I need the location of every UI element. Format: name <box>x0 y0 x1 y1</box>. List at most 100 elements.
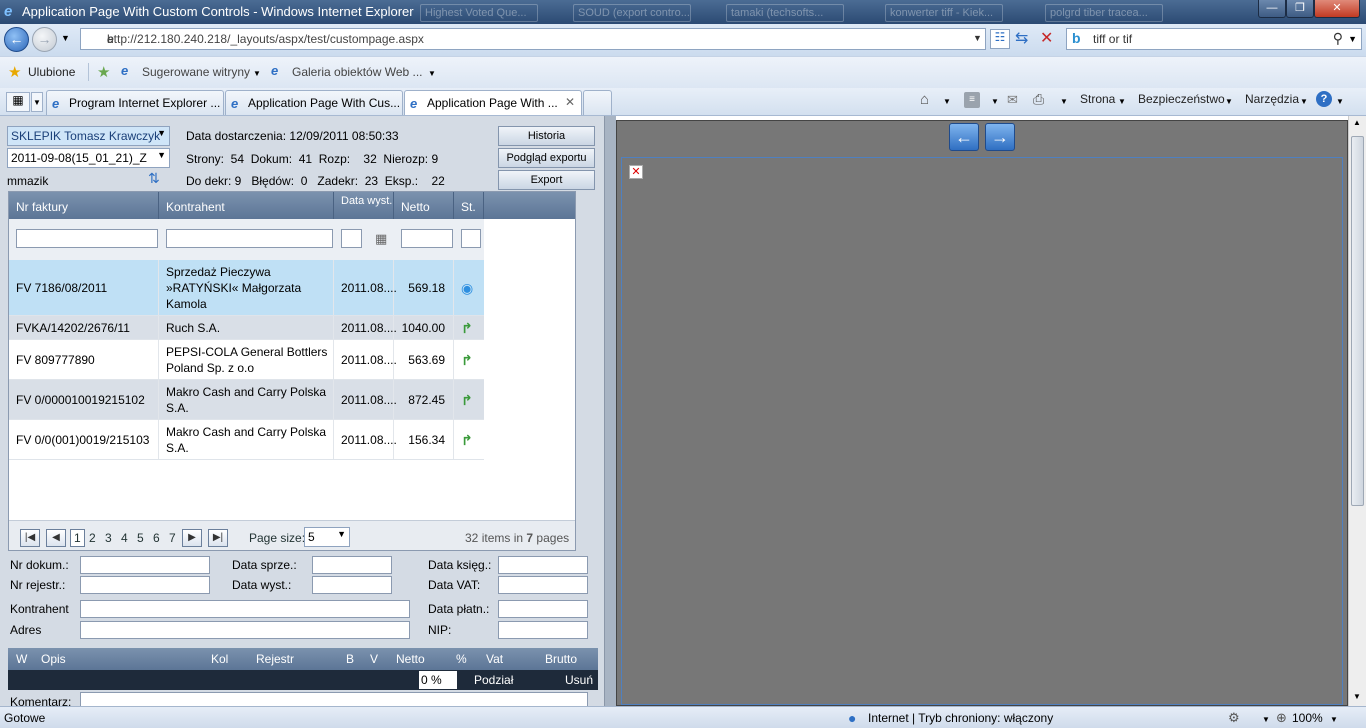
stop-icon[interactable]: ✕ <box>1040 28 1053 48</box>
column-header-w[interactable]: W <box>16 652 27 666</box>
column-header-status[interactable]: St. <box>454 192 484 219</box>
add-favorites-icon[interactable]: ★ <box>97 63 110 81</box>
chevron-down-icon[interactable]: ▼ <box>1262 715 1270 724</box>
percent-field[interactable]: 0 % <box>419 671 457 689</box>
history-dropdown-icon[interactable]: ▼ <box>61 33 70 43</box>
chevron-down-icon[interactable]: ▼ <box>1336 97 1344 106</box>
minimize-button[interactable]: — <box>1258 0 1286 18</box>
filter-nr-faktury-input[interactable] <box>16 229 158 248</box>
zoom-level[interactable]: 100% <box>1292 711 1323 725</box>
quick-tabs-icon[interactable]: ▦ <box>6 92 30 112</box>
selected-radio-icon[interactable]: ◉ <box>461 280 473 296</box>
chevron-down-icon[interactable]: ▼ <box>991 97 999 106</box>
filter-netto-input[interactable] <box>401 229 453 248</box>
close-window-button[interactable]: ✕ <box>1314 0 1360 18</box>
column-header-kol[interactable]: Kol <box>211 652 228 666</box>
nip-field[interactable] <box>498 621 588 639</box>
data-wyst-field[interactable] <box>312 576 392 594</box>
column-header-b[interactable]: B <box>346 652 354 666</box>
column-header-vat[interactable]: Vat <box>486 652 503 666</box>
back-button[interactable]: ← <box>4 27 29 52</box>
tools-menu[interactable]: Narzędzia <box>1245 92 1299 106</box>
column-header-opis[interactable]: Opis <box>41 652 66 666</box>
next-page-arrow-icon[interactable]: → <box>985 123 1015 151</box>
page-link[interactable]: 2 <box>89 531 96 545</box>
safety-menu[interactable]: Bezpieczeństwo <box>1138 92 1225 106</box>
table-row[interactable]: FV 7186/08/2011 Sprzedaż Pieczywa »RATYŃ… <box>9 260 484 316</box>
first-page-button[interactable]: |◀ <box>20 529 40 547</box>
table-row[interactable]: FV 809777890 PEPSI-COLA General Bottlers… <box>9 340 484 380</box>
feeds-icon[interactable]: ≡ <box>964 92 980 108</box>
column-header-v[interactable]: V <box>370 652 378 666</box>
export-button[interactable]: Export <box>498 170 595 190</box>
nr-rejestr-field[interactable] <box>80 576 210 594</box>
table-row[interactable]: FVKA/14202/2676/11 Ruch S.A. 2011.08....… <box>9 316 484 340</box>
favorites-button[interactable]: Ulubione <box>28 65 75 79</box>
search-box[interactable]: b tiff or tif ⚲ ▼ <box>1066 28 1362 50</box>
chevron-down-icon[interactable]: ▼ <box>1330 715 1338 724</box>
batch-select[interactable]: 2011-09-08(15_01_21)_Z ▼ <box>7 148 170 168</box>
address-dropdown-icon[interactable]: ▼ <box>973 33 982 43</box>
page-link-current[interactable]: 1 <box>70 529 85 547</box>
column-header-data-wyst[interactable]: Data wyst. <box>334 192 394 219</box>
kontrahent-field[interactable] <box>80 600 410 618</box>
security-zone-text[interactable]: Internet | Tryb chroniony: włączony <box>868 711 1053 725</box>
column-header-nr-faktury[interactable]: Nr faktury <box>9 192 159 219</box>
column-header-kontrahent[interactable]: Kontrahent <box>159 192 334 219</box>
refresh-icon[interactable]: ⇅ <box>148 170 160 187</box>
vertical-scrollbar[interactable]: ▲ ▼ <box>1348 116 1366 706</box>
scrollbar-thumb[interactable] <box>1351 136 1364 506</box>
home-icon[interactable]: ⌂ <box>920 91 929 108</box>
page-link[interactable]: 4 <box>121 531 128 545</box>
column-header-netto[interactable]: Netto <box>394 192 454 219</box>
page-link[interactable]: 6 <box>153 531 160 545</box>
web-slice-gallery-link[interactable]: Galeria obiektów Web ... <box>292 65 423 79</box>
adres-field[interactable] <box>80 621 410 639</box>
page-link[interactable]: 3 <box>105 531 112 545</box>
mail-icon[interactable]: ✉ <box>1007 92 1018 108</box>
maximize-button[interactable]: ❐ <box>1286 0 1314 18</box>
previous-page-button[interactable]: ◀ <box>46 529 66 547</box>
tab-list-icon[interactable]: ▼ <box>31 92 43 112</box>
scroll-up-icon[interactable]: ▲ <box>1353 118 1361 127</box>
search-icon[interactable]: ⚲ <box>1333 30 1343 47</box>
scroll-down-icon[interactable]: ▼ <box>1353 692 1361 701</box>
tab-program-ie[interactable]: e Program Internet Explorer ... <box>46 90 224 115</box>
tab-application-page-active[interactable]: e Application Page With ... ✕ <box>404 90 582 115</box>
chevron-down-icon[interactable]: ▼ <box>428 69 436 78</box>
new-tab-button[interactable] <box>583 90 612 115</box>
previous-page-arrow-icon[interactable]: ← <box>949 123 979 151</box>
filter-kontrahent-input[interactable] <box>166 229 333 248</box>
address-field[interactable]: e http://212.180.240.218/_layouts/aspx/t… <box>80 28 986 50</box>
calendar-icon[interactable]: ▦ <box>375 231 387 247</box>
compatibility-view-icon[interactable]: ☷ <box>990 29 1010 49</box>
supplier-select[interactable]: SKLEPIK Tomasz Krawczyk ▼ <box>7 126 170 146</box>
filter-date-input[interactable] <box>341 229 362 248</box>
print-icon[interactable]: ⎙ <box>1033 91 1044 108</box>
panel-splitter[interactable] <box>604 116 616 706</box>
komentarz-field[interactable] <box>80 692 588 706</box>
page-menu[interactable]: Strona <box>1080 92 1115 106</box>
data-platn-field[interactable] <box>498 600 588 618</box>
refresh-icon[interactable]: ⇆ <box>1015 28 1028 48</box>
security-settings-icon[interactable]: ⚙ <box>1228 710 1240 726</box>
zoom-icon[interactable]: ⊕ <box>1276 710 1287 726</box>
delete-button[interactable]: Usuń <box>565 673 593 687</box>
page-link[interactable]: 5 <box>137 531 144 545</box>
filter-status-input[interactable] <box>461 229 481 248</box>
table-row[interactable]: FV 0/000010019215102 Makro Cash and Carr… <box>9 380 484 420</box>
column-header-netto[interactable]: Netto <box>396 652 425 666</box>
data-vat-field[interactable] <box>498 576 588 594</box>
help-icon[interactable]: ? <box>1316 91 1332 107</box>
split-button[interactable]: Podział <box>474 673 513 687</box>
chevron-down-icon[interactable]: ▼ <box>253 69 261 78</box>
tab-application-page-1[interactable]: e Application Page With Cus... <box>225 90 403 115</box>
export-preview-button[interactable]: Podgląd exportu <box>498 148 595 168</box>
suggested-sites-link[interactable]: Sugerowane witryny <box>142 65 250 79</box>
page-size-select[interactable]: 5 ▼ <box>304 527 350 547</box>
next-page-button[interactable]: ▶ <box>182 529 202 547</box>
chevron-down-icon[interactable]: ▼ <box>943 97 951 106</box>
column-header-percent[interactable]: % <box>456 652 467 666</box>
table-row[interactable]: FV 0/0(001)0019/215103 Makro Cash and Ca… <box>9 420 484 460</box>
chevron-down-icon[interactable]: ▼ <box>1060 97 1068 106</box>
